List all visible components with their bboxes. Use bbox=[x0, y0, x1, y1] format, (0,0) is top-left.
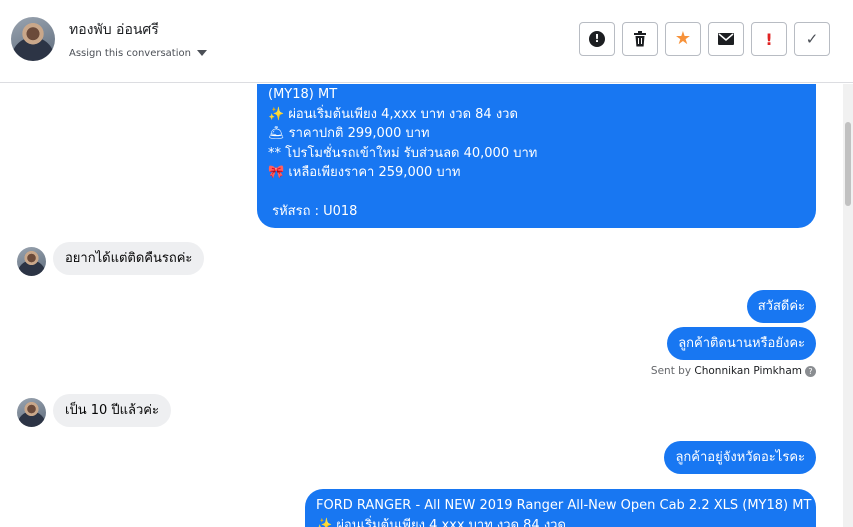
message-line: 🛎 ราคาปกติ 299,000 บาท bbox=[268, 126, 430, 141]
message-line: รหัสรถ : U018 bbox=[268, 204, 358, 219]
sent-by-prefix: Sent by bbox=[650, 365, 692, 377]
outgoing-message: ลูกค้าติดนานหรือยังคะ bbox=[667, 327, 816, 360]
sent-by-label: Sent by Chonnikan Pimkham? bbox=[651, 365, 816, 377]
contact-name[interactable]: ทองพับ อ่อนศรี bbox=[69, 19, 159, 41]
delete-button[interactable] bbox=[622, 22, 658, 56]
message-line: (MY18) MT bbox=[268, 87, 338, 102]
incoming-message: อยากได้แต่ติดคืนรถค่ะ bbox=[53, 242, 205, 275]
sender-name: Chonnikan Pimkham bbox=[694, 365, 802, 377]
mail-icon bbox=[718, 33, 734, 45]
message-line bbox=[268, 183, 806, 203]
scrollbar[interactable] bbox=[843, 84, 853, 527]
alert-circle-icon: ! bbox=[589, 31, 605, 47]
conversation-header: ทองพับ อ่อนศรี Assign this conversation … bbox=[0, 0, 853, 83]
mark-unread-button[interactable] bbox=[708, 22, 744, 56]
mark-spam-button[interactable]: ! bbox=[579, 22, 615, 56]
star-button[interactable]: ★ bbox=[665, 22, 701, 56]
trash-icon bbox=[634, 31, 646, 47]
contact-avatar[interactable] bbox=[11, 17, 55, 61]
check-icon: ✓ bbox=[805, 30, 819, 48]
star-icon: ★ bbox=[674, 28, 692, 49]
caret-down-icon bbox=[196, 50, 207, 56]
message-line: ✨ ผ่อนเริ่มต้นเพียง 4,xxx บาท งวด 84 งวด bbox=[268, 106, 518, 122]
mark-done-button[interactable]: ✓ bbox=[794, 22, 830, 56]
incoming-message: เป็น 10 ปีแล้วค่ะ bbox=[53, 394, 171, 427]
message-line: ✨ ผ่อนเริ่มต้นเพียง 4,xxx บาท งวด 84 งวด bbox=[316, 517, 566, 527]
outgoing-message: สวัสดีค่ะ bbox=[746, 290, 816, 323]
outgoing-message-car-offer: FORD RANGER - All NEW 2019 Ranger All-Ne… bbox=[305, 489, 816, 527]
outgoing-message-car-offer: (MY18) MT ✨ ผ่อนเริ่มต้นเพียง 4,xxx บาท … bbox=[257, 84, 816, 228]
assign-conversation-dropdown[interactable]: Assign this conversation bbox=[69, 48, 207, 59]
scrollbar-thumb[interactable] bbox=[845, 122, 851, 206]
contact-avatar-small bbox=[17, 247, 46, 276]
outgoing-message: ลูกค้าอยู่จังหวัดอะไรคะ bbox=[664, 441, 816, 474]
follow-up-button[interactable]: ! bbox=[751, 22, 787, 56]
message-line: FORD RANGER - All NEW 2019 Ranger All-Ne… bbox=[316, 498, 812, 513]
contact-avatar-small bbox=[17, 398, 46, 427]
assign-label: Assign this conversation bbox=[69, 48, 191, 59]
exclamation-icon: ! bbox=[765, 29, 773, 49]
message-line: 🎀 เหลือเพียงราคา 259,000 บาท bbox=[268, 165, 461, 180]
message-line: ** โปรโมชั่นรถเข้าใหม่ รับส่วนลด 40,000 … bbox=[268, 145, 538, 161]
help-icon[interactable]: ? bbox=[805, 365, 816, 377]
message-thread[interactable]: (MY18) MT ✨ ผ่อนเริ่มต้นเพียง 4,xxx บาท … bbox=[0, 84, 853, 527]
